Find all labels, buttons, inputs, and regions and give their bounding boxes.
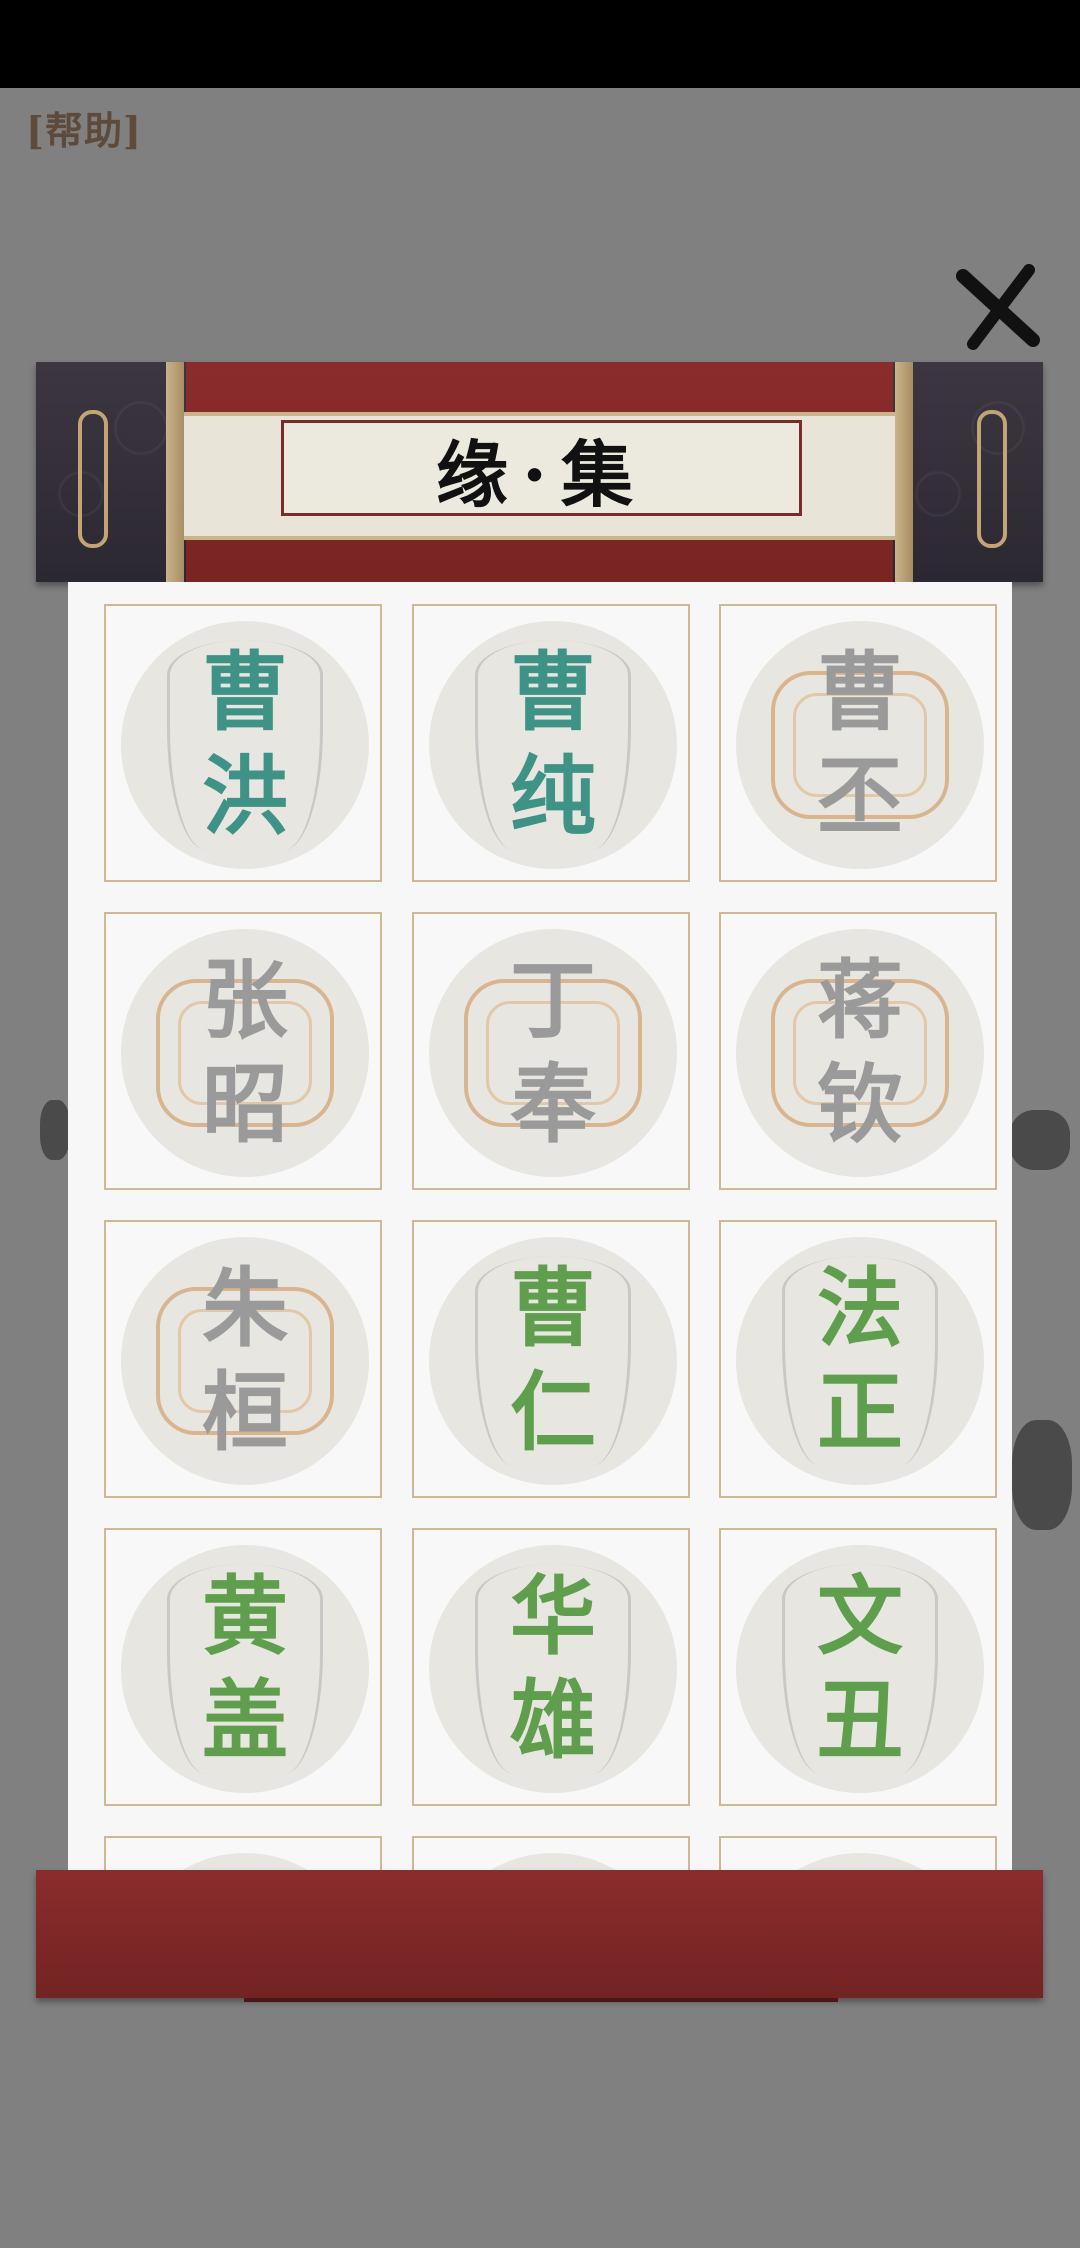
name-char: 仁 <box>510 1362 596 1463</box>
card-character-name: 曹丕 <box>736 641 984 849</box>
name-char: 奉 <box>510 1054 596 1155</box>
name-char: 丑 <box>817 1670 903 1771</box>
collection-card[interactable]: 曹仁 <box>412 1220 690 1498</box>
card-character-name: 张昭 <box>121 949 369 1157</box>
collection-card[interactable]: 丁奉 <box>412 912 690 1190</box>
page-title: 缘·集 <box>435 431 648 517</box>
name-char: 华 <box>510 1566 596 1667</box>
card-disc: 曹纯 <box>429 621 677 869</box>
card-disc: 曹丕 <box>736 621 984 869</box>
card-character-name: 华雄 <box>429 1565 677 1773</box>
collection-card[interactable]: 曹纯 <box>412 604 690 882</box>
card-disc: 文丑 <box>736 1545 984 1793</box>
scroll-cap-right <box>893 362 1043 582</box>
card-character-name: 法正 <box>736 1257 984 1465</box>
name-char: 张 <box>202 950 288 1051</box>
name-char: 法 <box>817 1258 903 1359</box>
name-char: 曹 <box>202 642 288 743</box>
background-decoration <box>1010 1110 1070 1170</box>
card-disc: 曹仁 <box>429 1237 677 1485</box>
card-disc: 曹洪 <box>121 621 369 869</box>
collection-card[interactable]: 朱桓 <box>104 1220 382 1498</box>
status-bar <box>0 0 1080 88</box>
collection-card[interactable] <box>412 1836 690 1872</box>
title-frame: 缘·集 <box>281 420 802 517</box>
card-disc: 朱桓 <box>121 1237 369 1485</box>
collection-card[interactable]: 文丑 <box>719 1528 997 1806</box>
scroll-cap-left <box>36 362 186 582</box>
name-char: 纯 <box>510 746 596 847</box>
name-char: 正 <box>817 1362 903 1463</box>
collection-card[interactable]: 黄盖 <box>104 1528 382 1806</box>
collection-card[interactable]: 法正 <box>719 1220 997 1498</box>
name-char: 丕 <box>817 746 903 847</box>
collection-card[interactable] <box>104 1836 382 1872</box>
help-button[interactable]: [帮助] <box>26 100 142 155</box>
scroll-edge <box>895 362 913 582</box>
scroll-edge <box>166 362 184 582</box>
name-char: 钦 <box>817 1054 903 1155</box>
scroll-header: 缘·集 <box>36 362 1043 582</box>
collection-card[interactable]: 蒋钦 <box>719 912 997 1190</box>
card-disc: 丁奉 <box>429 929 677 1177</box>
name-char: 曹 <box>510 1258 596 1359</box>
name-char: 丁 <box>510 950 596 1051</box>
card-character-name: 朱桓 <box>121 1257 369 1465</box>
close-icon[interactable] <box>955 262 1045 352</box>
ring-icon <box>977 410 1007 548</box>
name-char: 曹 <box>510 642 596 743</box>
collection-card[interactable]: 华雄 <box>412 1528 690 1806</box>
name-char: 雄 <box>510 1670 596 1771</box>
card-character-name: 曹洪 <box>121 641 369 849</box>
background-decoration <box>40 1100 70 1160</box>
name-char: 桓 <box>202 1362 288 1463</box>
ring-icon <box>78 410 108 548</box>
collection-card[interactable]: 曹丕 <box>719 604 997 882</box>
name-char: 朱 <box>202 1258 288 1359</box>
name-char: 文 <box>817 1566 903 1667</box>
card-character-name: 文丑 <box>736 1565 984 1773</box>
collection-grid[interactable]: 曹洪曹纯曹丕张昭丁奉蒋钦朱桓曹仁法正黄盖华雄文丑 <box>68 582 1012 1872</box>
name-char: 昭 <box>202 1054 288 1155</box>
name-char: 洪 <box>202 746 288 847</box>
card-character-name: 蒋钦 <box>736 949 984 1157</box>
collection-card[interactable]: 曹洪 <box>104 604 382 882</box>
background-decoration <box>1012 1420 1072 1530</box>
name-char: 黄 <box>202 1566 288 1667</box>
card-character-name: 曹纯 <box>429 641 677 849</box>
card-disc: 华雄 <box>429 1545 677 1793</box>
card-character-name: 曹仁 <box>429 1257 677 1465</box>
name-char: 曹 <box>817 642 903 743</box>
card-disc: 蒋钦 <box>736 929 984 1177</box>
scroll-bottom-roller <box>36 1870 1043 2002</box>
card-disc: 张昭 <box>121 929 369 1177</box>
card-disc: 黄盖 <box>121 1545 369 1793</box>
card-disc: 法正 <box>736 1237 984 1485</box>
collection-card[interactable]: 张昭 <box>104 912 382 1190</box>
name-char: 盖 <box>202 1670 288 1771</box>
collection-card[interactable] <box>719 1836 997 1872</box>
name-char: 蒋 <box>817 950 903 1051</box>
card-character-name: 丁奉 <box>429 949 677 1157</box>
card-character-name: 黄盖 <box>121 1565 369 1773</box>
